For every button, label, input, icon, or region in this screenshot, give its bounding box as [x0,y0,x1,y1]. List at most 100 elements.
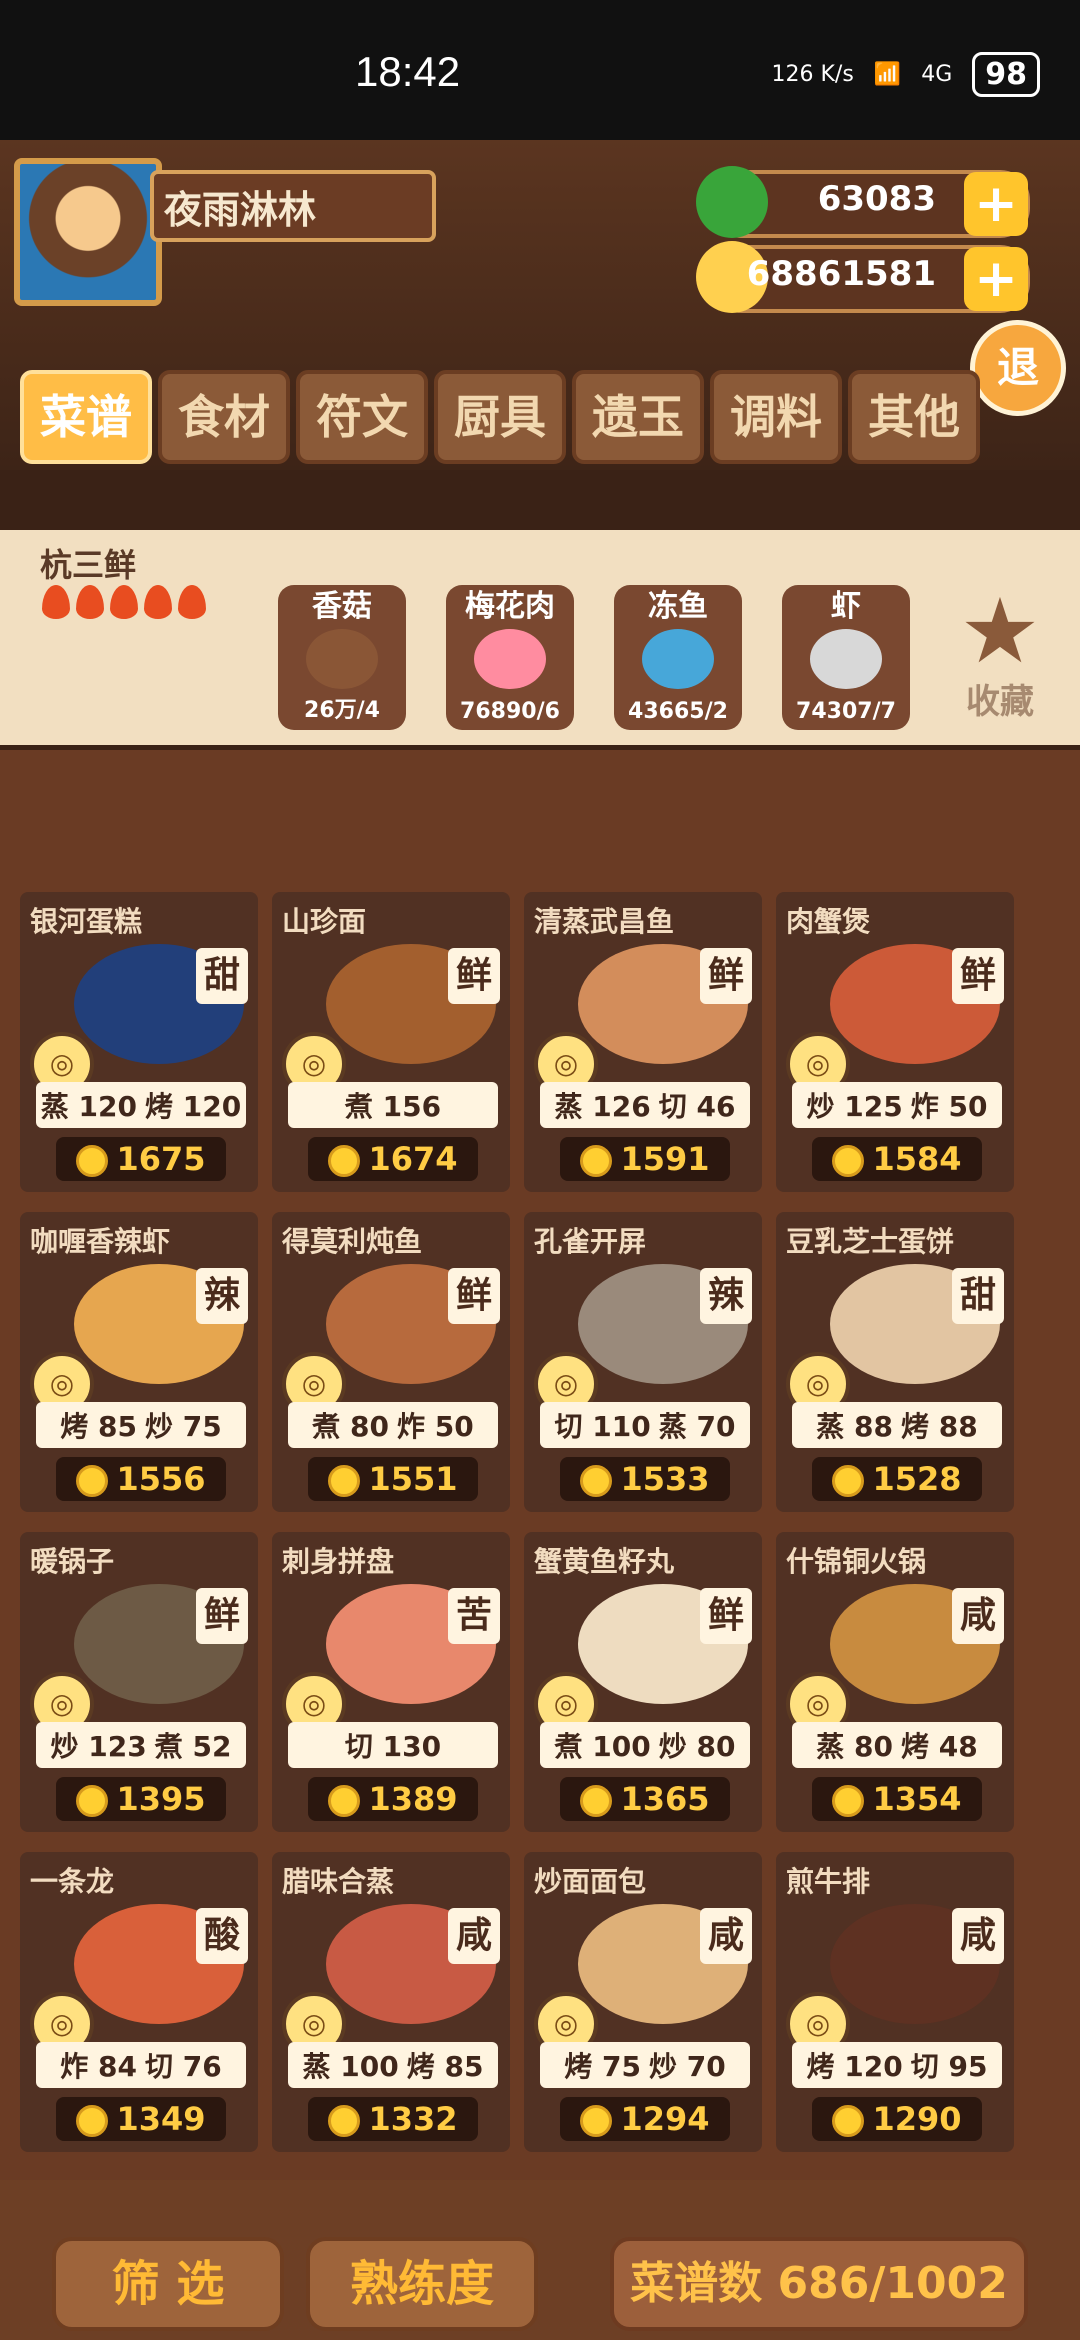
fish-icon [642,629,714,689]
coin-icon [580,2105,613,2137]
ingredient-slot[interactable]: 梅花肉 76890/6 [446,585,574,730]
recipe-card[interactable]: 咖喱香辣虾 辣 ◎ 烤 85 炒 75 1556 [20,1212,258,1512]
coin-icon [580,1145,613,1177]
recipe-count: 菜谱数 686/1002 [610,2237,1028,2331]
coin-icon [832,2105,865,2137]
clock: 18:42 [355,48,461,95]
coin-icon [832,1785,865,1817]
price: 1675 [56,1137,226,1181]
coin-icon [76,1785,109,1817]
proficiency-button[interactable]: 熟练度 [306,2237,538,2331]
skill-requirements: 蒸 100 烤 85 [288,2042,498,2088]
add-jade-button[interactable]: + [964,172,1028,236]
recipe-rarity [42,585,206,619]
price: 1674 [308,1137,478,1181]
ingredient-slot[interactable]: 虾 74307/7 [782,585,910,730]
tab-other[interactable]: 其他 [848,370,980,464]
status-bar: 18:42 126 K/s 📶 4G 98 [0,0,1080,140]
skill-requirements: 蒸 80 烤 48 [792,1722,1002,1768]
flame-icon [42,585,70,619]
coin-icon [580,1785,613,1817]
recipe-card[interactable]: 银河蛋糕 甜 ◎ 蒸 120 烤 120 1675 [20,892,258,1192]
recipe-card[interactable]: 山珍面 鲜 ◎ 煮 156 1674 [272,892,510,1192]
player-avatar[interactable] [14,158,162,306]
skill-requirements: 烤 85 炒 75 [36,1402,246,1448]
price: 1354 [812,1777,982,1821]
shrimp-icon [810,629,882,689]
skill-requirements: 炒 123 煮 52 [36,1722,246,1768]
category-tabs: 菜谱 食材 符文 厨具 遗玉 调料 其他 [20,370,980,464]
skill-requirements: 切 110 蒸 70 [540,1402,750,1448]
coin-icon [76,2105,109,2137]
price: 1349 [56,2097,226,2141]
tab-utensils[interactable]: 厨具 [434,370,566,464]
skill-requirements: 蒸 120 烤 120 [36,1082,246,1128]
price: 1551 [308,1457,478,1501]
add-coins-button[interactable]: + [964,247,1028,311]
price: 1395 [56,1777,226,1821]
recipe-card[interactable]: 豆乳芝士蛋饼 甜 ◎ 蒸 88 烤 88 1528 [776,1212,1014,1512]
pork-icon [474,629,546,689]
recipe-card[interactable]: 煎牛排 咸 ◎ 烤 120 切 95 1290 [776,1852,1014,2152]
exit-button[interactable]: 退 [970,320,1066,416]
signal-label: 4G [921,62,953,87]
tab-runes[interactable]: 符文 [296,370,428,464]
skill-requirements: 烤 120 切 95 [792,2042,1002,2088]
skill-requirements: 煮 156 [288,1082,498,1128]
filter-button[interactable]: 筛 选 [52,2237,284,2331]
flame-icon [76,585,104,619]
network-speed: 126 K/s [771,62,854,87]
ingredient-slot[interactable]: 香菇 26万/4 [278,585,406,730]
coin-icon [580,1465,613,1497]
ingredient-slot[interactable]: 冻鱼 43665/2 [614,585,742,730]
price: 1528 [812,1457,982,1501]
price: 1584 [812,1137,982,1181]
coin-icon [328,1145,361,1177]
recipe-card[interactable]: 炒面面包 咸 ◎ 烤 75 炒 70 1294 [524,1852,762,2152]
skill-requirements: 烤 75 炒 70 [540,2042,750,2088]
favorite-button[interactable]: ★ 收藏 [955,579,1045,723]
flame-icon [144,585,172,619]
coin-icon [328,2105,361,2137]
recipe-card[interactable]: 清蒸武昌鱼 鲜 ◎ 蒸 126 切 46 1591 [524,892,762,1192]
price: 1332 [308,2097,478,2141]
star-icon: ★ [959,579,1041,684]
skill-requirements: 蒸 126 切 46 [540,1082,750,1128]
price: 1533 [560,1457,730,1501]
recipe-card[interactable]: 一条龙 酸 ◎ 炸 84 切 76 1349 [20,1852,258,2152]
tab-recipes[interactable]: 菜谱 [20,370,152,464]
tab-seasonings[interactable]: 调料 [710,370,842,464]
recipe-card[interactable]: 得莫利炖鱼 鲜 ◎ 煮 80 炸 50 1551 [272,1212,510,1512]
coin-icon [832,1465,865,1497]
skill-requirements: 切 130 [288,1722,498,1768]
recipe-grid: 银河蛋糕 甜 ◎ 蒸 120 烤 120 1675 山珍面 鲜 ◎ 煮 156 1… [0,750,1080,2180]
price: 1294 [560,2097,730,2141]
recipe-title: 杭三鲜 [40,546,137,584]
recipe-card[interactable]: 肉蟹煲 鲜 ◎ 炒 125 炸 50 1584 [776,892,1014,1192]
coin-icon [328,1785,361,1817]
skill-requirements: 煮 80 炸 50 [288,1402,498,1448]
recipe-card[interactable]: 什锦铜火锅 咸 ◎ 蒸 80 烤 48 1354 [776,1532,1014,1832]
flame-icon [178,585,206,619]
skill-requirements: 炸 84 切 76 [36,2042,246,2088]
skill-requirements: 蒸 88 烤 88 [792,1402,1002,1448]
coin-balance: 68861581 + [696,241,1030,313]
player-name: 夜雨淋林 [150,170,436,242]
jade-balance: 63083 + [696,166,1030,238]
recipe-card[interactable]: 暖锅子 鲜 ◎ 炒 123 煮 52 1395 [20,1532,258,1832]
recipe-card[interactable]: 孔雀开屏 辣 ◎ 切 110 蒸 70 1533 [524,1212,762,1512]
price: 1389 [308,1777,478,1821]
skill-requirements: 炒 125 炸 50 [792,1082,1002,1128]
tab-ingredients[interactable]: 食材 [158,370,290,464]
coin-icon [328,1465,361,1497]
price: 1556 [56,1457,226,1501]
price: 1591 [560,1137,730,1181]
jade-icon [696,166,768,238]
recipe-card[interactable]: 腊味合蒸 咸 ◎ 蒸 100 烤 85 1332 [272,1852,510,2152]
price: 1365 [560,1777,730,1821]
flame-icon [110,585,138,619]
price: 1290 [812,2097,982,2141]
tab-jade[interactable]: 遗玉 [572,370,704,464]
recipe-card[interactable]: 刺身拼盘 苦 ◎ 切 130 1389 [272,1532,510,1832]
recipe-card[interactable]: 蟹黄鱼籽丸 鲜 ◎ 煮 100 炒 80 1365 [524,1532,762,1832]
